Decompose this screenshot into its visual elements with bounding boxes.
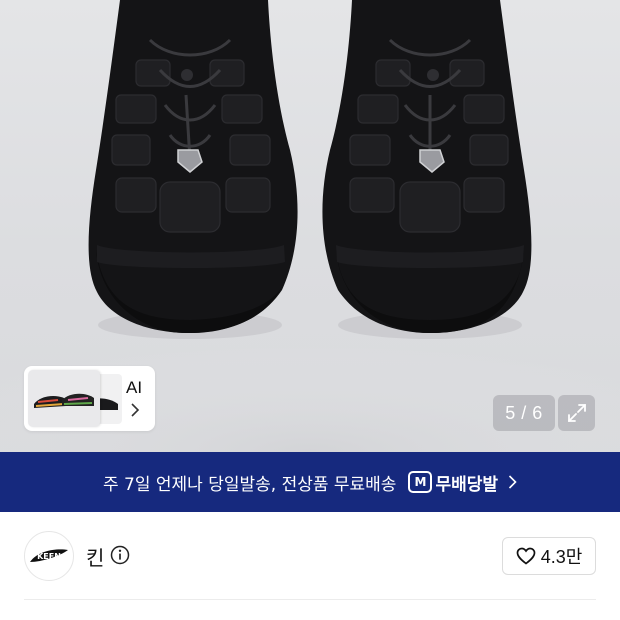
free-shipping-banner[interactable]: 주 7일 언제나 당일발송, 전상품 무료배송 M 무배당발 bbox=[0, 452, 620, 512]
banner-text: 주 7일 언제나 당일발송, 전상품 무료배송 bbox=[102, 474, 397, 495]
left-sandal bbox=[88, 0, 298, 339]
thumbnail-front bbox=[28, 370, 100, 427]
delivery-truck-icon: M bbox=[408, 471, 433, 493]
right-sandal bbox=[322, 0, 532, 339]
image-counter: 5 / 6 bbox=[493, 395, 555, 431]
brand-logo[interactable]: KEEN bbox=[24, 531, 74, 581]
colorful-shoes-thumbnail-icon bbox=[34, 393, 94, 408]
heart-icon bbox=[516, 547, 536, 565]
expand-button[interactable] bbox=[558, 395, 595, 431]
thumbnail-label: AI bbox=[126, 378, 143, 397]
keen-logo-icon: KEEN bbox=[30, 549, 68, 562]
thumbnail-card[interactable]: AI bbox=[24, 366, 155, 431]
banner-brand: 무배당발 bbox=[435, 474, 499, 495]
expand-arrows-icon bbox=[567, 404, 586, 422]
product-image-gallery[interactable]: AI 5 / 6 bbox=[0, 0, 620, 452]
chevron-right-icon bbox=[508, 475, 517, 489]
thumbnail-stack bbox=[28, 370, 124, 427]
like-count: 4.3만 bbox=[540, 547, 583, 567]
info-icon[interactable] bbox=[110, 545, 130, 565]
section-divider bbox=[24, 599, 596, 600]
keen-logo-text: KEEN bbox=[37, 552, 61, 561]
like-button[interactable]: 4.3만 bbox=[502, 537, 596, 575]
chevron-right-icon bbox=[131, 403, 140, 417]
brand-name[interactable]: 킨 bbox=[86, 542, 104, 571]
